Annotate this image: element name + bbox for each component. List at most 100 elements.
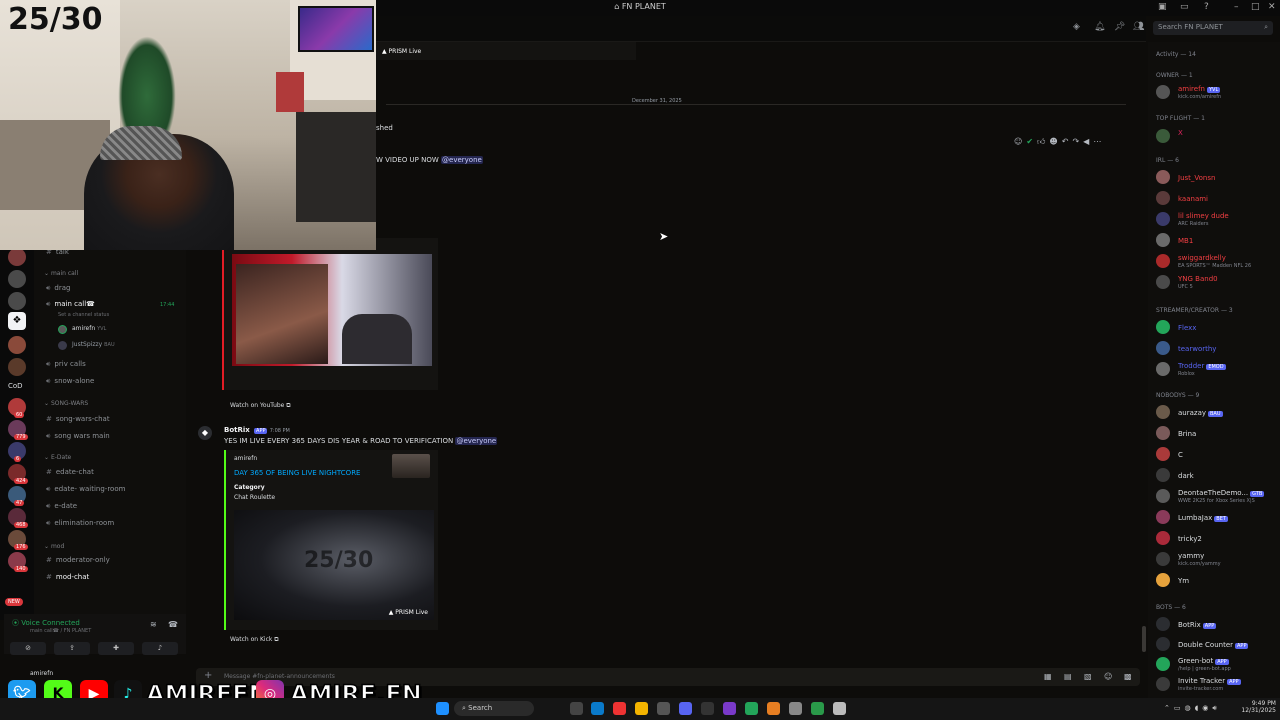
embed-title[interactable]: DAY 365 OF BEING LIVE NIGHTCORE (234, 469, 360, 477)
bell-icon[interactable]: 🔔︎ (1094, 22, 1105, 32)
server-icon[interactable] (8, 336, 26, 354)
member-item[interactable]: aurazay BAU (1154, 404, 1280, 422)
channel-song-wars-chat[interactable]: # song-wars-chat (46, 415, 110, 423)
chrome-icon[interactable] (635, 702, 648, 715)
category-song-wars[interactable]: ⌄ SONG-WARS (44, 400, 88, 407)
system-tray[interactable]: ⌃▭◍◖◉🔊︎ (1164, 704, 1221, 713)
sticker-icon[interactable]: ▧ (1084, 672, 1092, 681)
screen-icon[interactable]: ▭ (1180, 2, 1189, 12)
member-item[interactable]: Green-bot APP/help | green-bot.app (1154, 656, 1280, 674)
threads-icon[interactable]: ◈ (1073, 22, 1080, 32)
members-icon[interactable]: 👥︎ (1133, 22, 1144, 32)
forward-icon[interactable]: ↷ (1072, 137, 1083, 146)
member-item[interactable]: dark (1154, 467, 1280, 485)
activity-header[interactable]: Activity — 14 (1156, 51, 1196, 58)
check-icon[interactable]: ✔ (1026, 137, 1037, 146)
soundboard-button[interactable]: ♪ (142, 642, 178, 655)
server-icon[interactable] (8, 248, 26, 266)
member-item[interactable]: C (1154, 446, 1280, 464)
announce-icon[interactable]: ◀ (1083, 137, 1093, 146)
message-actions[interactable]: ☺✔👍︎☻↶↷◀⋯ (1014, 137, 1138, 149)
member-item[interactable]: Trodder EMOD Roblox (1154, 361, 1280, 379)
discord-icon[interactable] (679, 702, 692, 715)
close-icon[interactable]: ✕ (1268, 2, 1276, 12)
server-icon[interactable] (8, 358, 26, 376)
voice-user[interactable]: JustSpizzy BAU (58, 340, 178, 352)
camera-button[interactable]: ⊘ (10, 642, 46, 655)
botrix-avatar[interactable]: ◆ (198, 426, 212, 440)
search-input[interactable]: Search FN PLANET ⌕ (1153, 21, 1273, 35)
emoji-picker-icon[interactable]: ☺ (1104, 672, 1112, 681)
voice-user[interactable]: amirefn YVL (58, 324, 178, 336)
minimize-icon[interactable]: – (1234, 2, 1239, 12)
author-name[interactable]: BotRix (224, 426, 250, 434)
taskbar-search[interactable]: ⌕ Search (454, 701, 534, 716)
member-item[interactable]: yammy kick.com/yammy (1154, 551, 1280, 569)
member-item[interactable]: swiggardkelly EA SPORTS™ Madden NFL 26 (1154, 253, 1280, 271)
member-item[interactable]: Invite Tracker APP invite-tracker.com (1154, 676, 1280, 694)
voice-channel-drag[interactable]: 🔊︎ drag (46, 284, 70, 293)
inbox-icon[interactable]: ▣ (1158, 2, 1167, 12)
noise-suppression-icon[interactable]: ≋ (150, 620, 157, 629)
activities-button[interactable]: ✚ (98, 642, 134, 655)
member-owner[interactable]: amirefn YVL kick.com/amirefn (1154, 84, 1280, 102)
channel-moderator-only[interactable]: # moderator-only (46, 556, 110, 564)
voice-channel-snow-alone[interactable]: 🔊︎ snow-alone (46, 377, 94, 386)
disconnect-icon[interactable]: ☎ (168, 620, 178, 629)
server-icon[interactable] (8, 292, 26, 310)
stream-thumbnail[interactable]: 25/30 ▲ PRISM Live (234, 510, 434, 620)
channel-status[interactable]: Set a channel status (58, 312, 109, 318)
member-item[interactable]: LumbaJax BET (1154, 509, 1280, 527)
video-thumbnail[interactable] (232, 254, 432, 366)
member-item[interactable]: kaanami (1154, 190, 1280, 208)
xbox-icon[interactable] (745, 702, 758, 715)
app-icon[interactable] (613, 702, 626, 715)
member-top-flight[interactable]: X (1154, 128, 1280, 146)
member-item[interactable]: Ym (1154, 572, 1280, 590)
clock[interactable]: 9:49 PM 12/31/2025 (1240, 700, 1276, 714)
help-icon[interactable]: ? (1204, 2, 1209, 12)
watch-on-youtube-link[interactable]: Watch on YouTube ⧉ (230, 402, 291, 410)
app-icon[interactable] (767, 702, 780, 715)
member-item[interactable]: MB1 (1154, 232, 1280, 250)
edge-icon[interactable] (591, 702, 604, 715)
server-icon[interactable] (8, 270, 26, 288)
voice-channel-priv-calls[interactable]: 🔊︎ priv calls (46, 360, 86, 369)
chat-scrollbar[interactable] (1142, 626, 1146, 652)
category-main-call[interactable]: ⌄ main call (44, 270, 78, 277)
server-icon[interactable]: ❖ (8, 312, 26, 330)
member-item[interactable]: BotRix APP (1154, 616, 1280, 634)
category-e-date[interactable]: ⌄ E-Date (44, 454, 71, 461)
gift-icon[interactable]: ▦ (1044, 672, 1052, 681)
member-item[interactable]: DeontaeTheDemo... GTB WWE 2K25 for Xbox Se… (1154, 488, 1280, 506)
cod-server-label[interactable]: CoD (8, 382, 23, 390)
category-mod[interactable]: ⌄ mod (44, 543, 64, 550)
emoji-icon[interactable]: ☻ (1049, 137, 1061, 146)
task-view-icon[interactable] (570, 702, 583, 715)
watch-on-kick-link[interactable]: Watch on Kick ⧉ (230, 636, 279, 644)
thumbs-icon[interactable]: 👍︎ (1037, 137, 1049, 146)
member-item[interactable]: tearworthy (1154, 340, 1280, 358)
windows-start-icon[interactable] (436, 702, 449, 715)
voice-channel-elimination[interactable]: 🔊︎ elimination-room (46, 519, 114, 528)
settings-icon[interactable] (789, 702, 802, 715)
voice-location[interactable]: main call☎ / FN PLANET (30, 628, 91, 634)
voice-channel-edate-waiting[interactable]: 🔊︎ edate- waiting-room (46, 485, 125, 494)
app-icon[interactable] (811, 702, 824, 715)
app-icon[interactable] (701, 702, 714, 715)
channel-edate-chat[interactable]: # edate-chat (46, 468, 94, 476)
channel-mod-chat[interactable]: # mod-chat (46, 573, 89, 581)
react-icon[interactable]: ☺ (1014, 137, 1026, 146)
new-badge[interactable]: NEW (5, 598, 23, 606)
pin-icon[interactable]: 📌︎ (1114, 22, 1125, 32)
app-icon[interactable] (723, 702, 736, 715)
member-item[interactable]: Just_Vonsn (1154, 169, 1280, 187)
app-icon[interactable] (657, 702, 670, 715)
voice-channel-e-date[interactable]: 🔊︎ e-date (46, 502, 77, 511)
gif-icon[interactable]: ▤ (1064, 672, 1072, 681)
reply-icon[interactable]: ↶ (1062, 137, 1073, 146)
member-item[interactable]: Flexx (1154, 319, 1280, 337)
app-icon[interactable] (833, 702, 846, 715)
voice-channel-song-wars-main[interactable]: 🔊︎ song wars main (46, 432, 110, 441)
maximize-icon[interactable]: □ (1251, 2, 1260, 12)
